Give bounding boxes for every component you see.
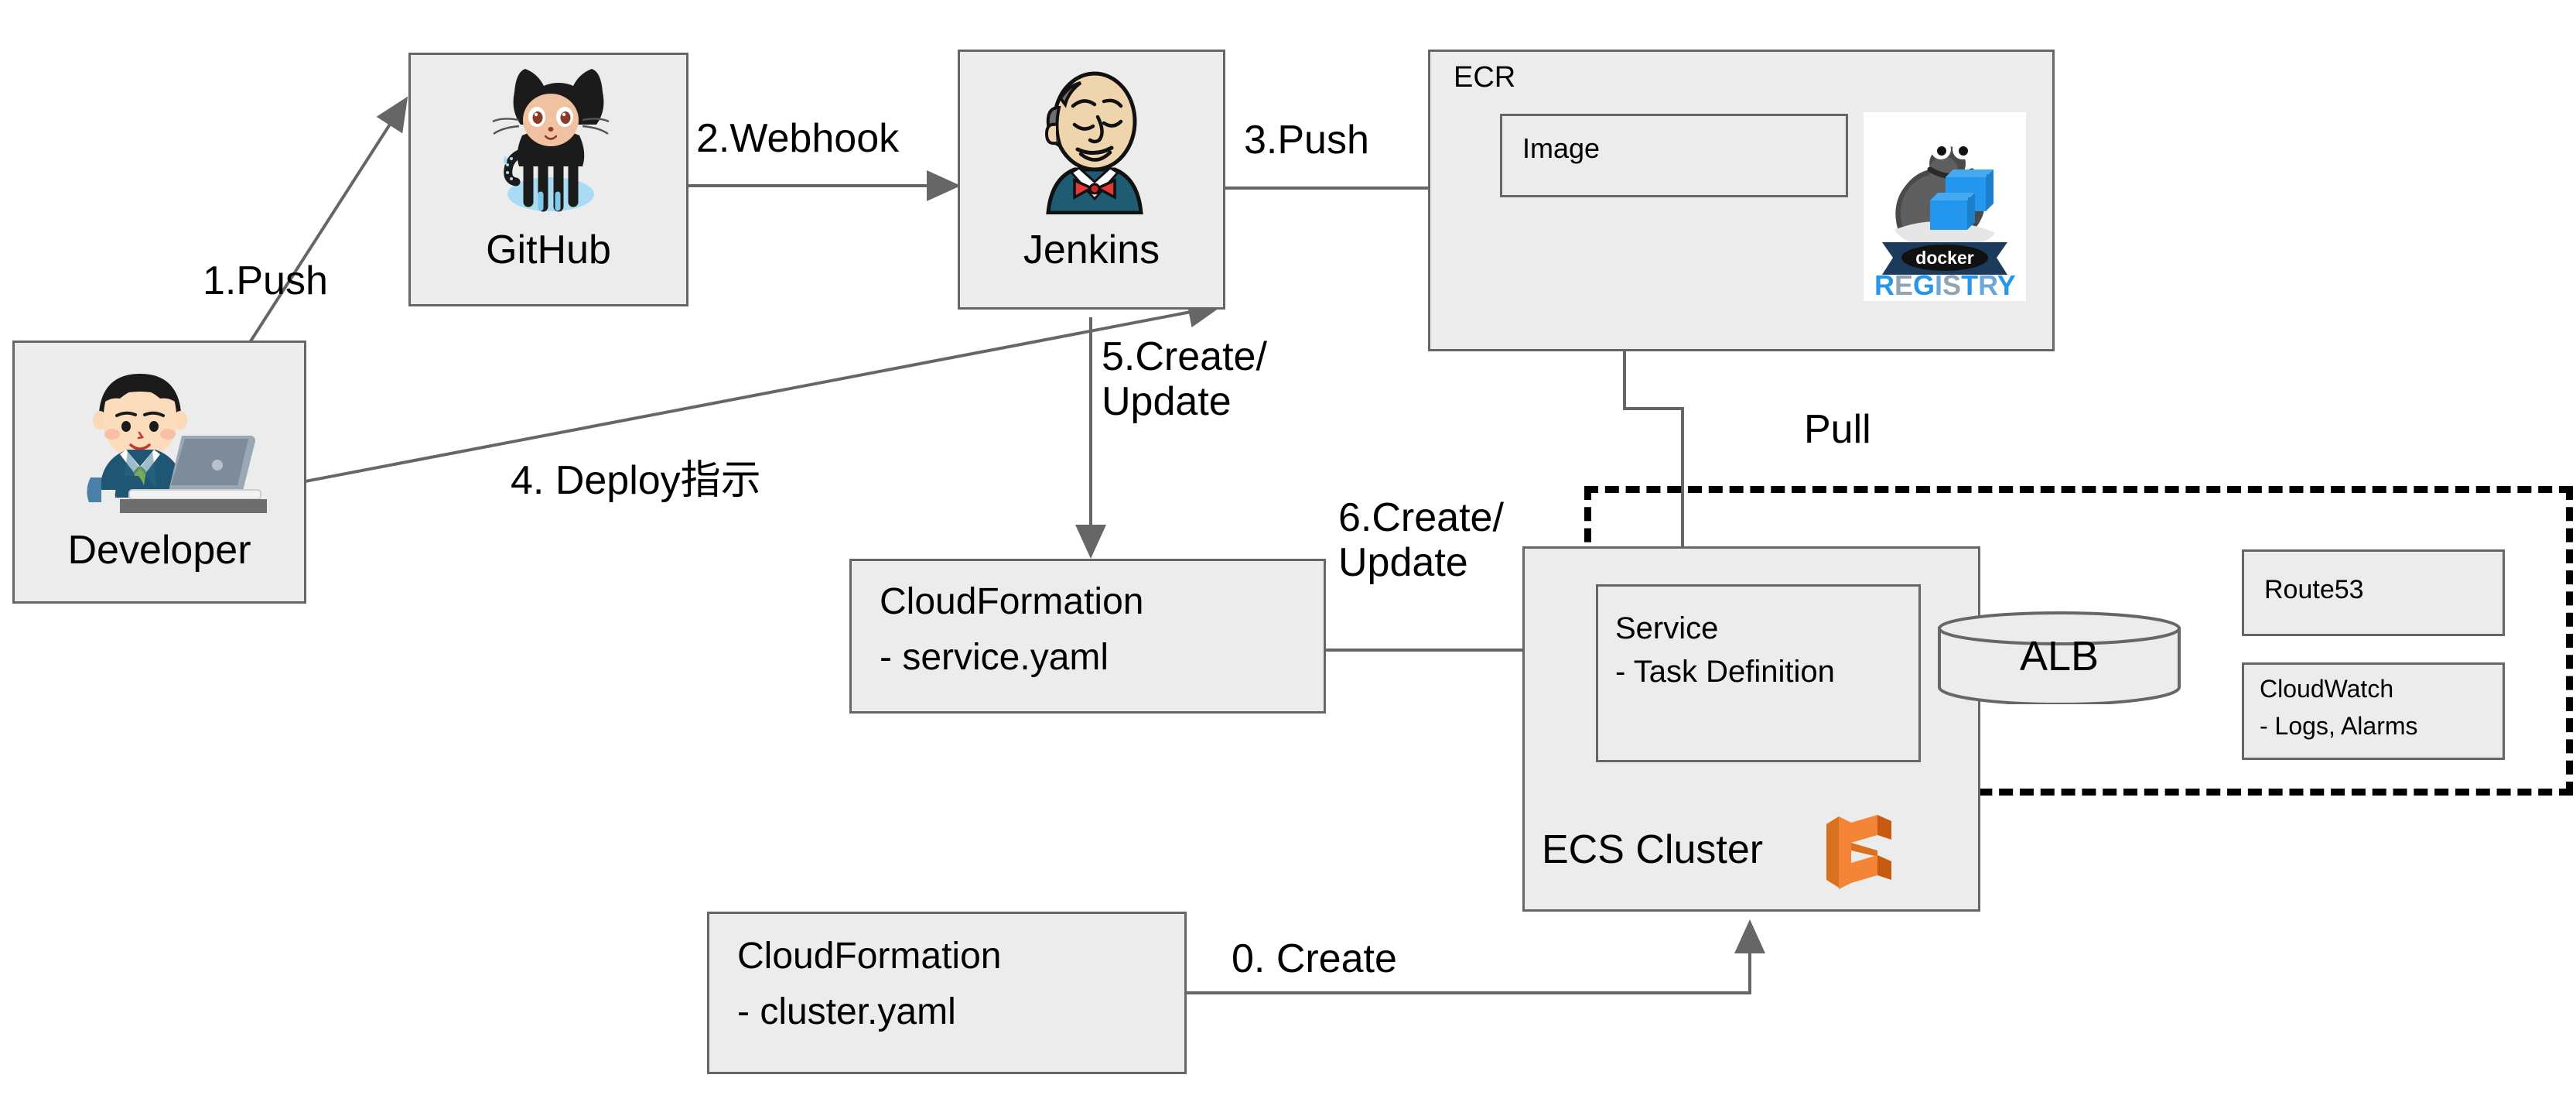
edge-label-pull: Pull bbox=[1804, 407, 1871, 452]
node-developer-label: Developer bbox=[67, 528, 251, 573]
edge-label-webhook: 2.Webhook bbox=[696, 116, 900, 161]
node-route53-label: Route53 bbox=[2264, 575, 2364, 604]
docker-registry-whale-icon: docker REGISTRY bbox=[1864, 112, 2026, 301]
node-ecs-service[interactable]: Service - Task Definition bbox=[1596, 584, 1921, 762]
node-cfn-service-line2: - service.yaml bbox=[880, 637, 1109, 678]
node-cfn-service-line1: CloudFormation bbox=[880, 581, 1144, 622]
edge-label-deploy-instruction: 4. Deploy指示 bbox=[511, 458, 761, 503]
node-ecr[interactable]: ECR Image docker REGISTRY bbox=[1428, 50, 2055, 351]
registry-word: REGISTRY bbox=[1874, 269, 2016, 301]
edge-label-create-update-cfn: 5.Create/ Update bbox=[1102, 334, 1267, 425]
node-alb[interactable]: ALB bbox=[1935, 611, 2183, 706]
node-ecs-service-line1: Service bbox=[1615, 611, 1719, 645]
node-ecr-label: ECR bbox=[1454, 61, 1516, 94]
edge-label-push: 1.Push bbox=[203, 258, 328, 303]
node-cfn-cluster-line2: - cluster.yaml bbox=[737, 991, 956, 1032]
node-jenkins[interactable]: Jenkins bbox=[958, 50, 1225, 310]
node-route53[interactable]: Route53 bbox=[2242, 549, 2505, 636]
edge-label-create-update-service: 6.Create/ Update bbox=[1338, 495, 1504, 586]
node-alb-label: ALB bbox=[2019, 633, 2099, 679]
node-cloudwatch-line2: - Logs, Alarms bbox=[2260, 712, 2418, 740]
developer-at-laptop-icon bbox=[87, 374, 267, 513]
docker-word: docker bbox=[1915, 248, 1973, 268]
node-cfn-cluster-line1: CloudFormation bbox=[737, 936, 1002, 977]
node-ecs-service-line2: - Task Definition bbox=[1615, 655, 1835, 689]
node-ecs-cluster[interactable]: Service - Task Definition ECS Cluster bbox=[1522, 546, 1980, 912]
node-ecs-cluster-label: ECS Cluster bbox=[1542, 827, 1764, 872]
ecs-cluster-icon bbox=[1826, 815, 1891, 889]
github-octocat-icon bbox=[492, 69, 610, 212]
diagram-canvas: Developer GitHub Jenkins ECR Image docke… bbox=[0, 0, 2576, 1102]
node-cloudwatch-line1: CloudWatch bbox=[2260, 675, 2394, 703]
edge-label-image-push: 3.Push bbox=[1244, 118, 1369, 163]
node-developer[interactable]: Developer bbox=[12, 341, 306, 604]
node-cloudformation-service[interactable]: CloudFormation - service.yaml bbox=[849, 559, 1326, 714]
node-jenkins-label: Jenkins bbox=[1023, 228, 1160, 272]
node-cloudformation-cluster[interactable]: CloudFormation - cluster.yaml bbox=[707, 912, 1187, 1074]
jenkins-butler-icon bbox=[1044, 71, 1143, 214]
node-cloudwatch[interactable]: CloudWatch - Logs, Alarms bbox=[2242, 662, 2505, 760]
edge-label-create-cluster: 0. Create bbox=[1232, 936, 1397, 981]
node-github-label: GitHub bbox=[486, 228, 611, 272]
node-github[interactable]: GitHub bbox=[408, 53, 688, 306]
node-ecr-image[interactable]: Image bbox=[1500, 114, 1848, 197]
node-ecr-image-label: Image bbox=[1522, 132, 1601, 164]
